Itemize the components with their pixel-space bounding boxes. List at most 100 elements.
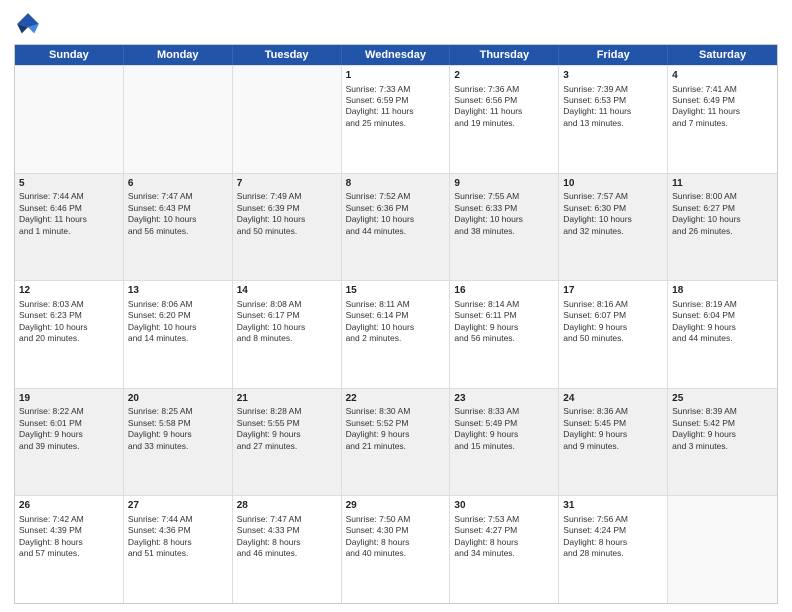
day-detail: Sunset: 6:17 PM [237, 310, 337, 321]
day-detail: and 15 minutes. [454, 441, 554, 452]
calendar-row: 1Sunrise: 7:33 AMSunset: 6:59 PMDaylight… [15, 65, 777, 173]
day-detail: and 51 minutes. [128, 548, 228, 559]
day-number: 8 [346, 177, 446, 191]
day-detail: and 27 minutes. [237, 441, 337, 452]
cal-day-header: Friday [559, 45, 668, 65]
header [14, 10, 778, 38]
day-detail: and 46 minutes. [237, 548, 337, 559]
day-detail: and 13 minutes. [563, 118, 663, 129]
day-detail: Sunrise: 8:06 AM [128, 299, 228, 310]
day-detail: and 56 minutes. [454, 333, 554, 344]
day-detail: Daylight: 9 hours [454, 322, 554, 333]
day-number: 2 [454, 69, 554, 83]
day-detail: Sunrise: 8:19 AM [672, 299, 773, 310]
day-number: 3 [563, 69, 663, 83]
calendar-cell: 29Sunrise: 7:50 AMSunset: 4:30 PMDayligh… [342, 496, 451, 603]
calendar-header-row: SundayMondayTuesdayWednesdayThursdayFrid… [15, 45, 777, 65]
day-detail: Sunset: 6:43 PM [128, 203, 228, 214]
calendar-cell: 11Sunrise: 8:00 AMSunset: 6:27 PMDayligh… [668, 174, 777, 281]
day-number: 12 [19, 284, 119, 298]
day-detail: and 19 minutes. [454, 118, 554, 129]
day-detail: Daylight: 10 hours [128, 214, 228, 225]
day-detail: Sunrise: 7:53 AM [454, 514, 554, 525]
day-number: 16 [454, 284, 554, 298]
calendar-cell: 21Sunrise: 8:28 AMSunset: 5:55 PMDayligh… [233, 389, 342, 496]
day-detail: Daylight: 8 hours [237, 537, 337, 548]
calendar-cell: 3Sunrise: 7:39 AMSunset: 6:53 PMDaylight… [559, 66, 668, 173]
day-detail: and 20 minutes. [19, 333, 119, 344]
cal-day-header: Saturday [668, 45, 777, 65]
day-detail: Daylight: 10 hours [672, 214, 773, 225]
calendar-cell [124, 66, 233, 173]
day-detail: Sunrise: 7:44 AM [128, 514, 228, 525]
day-detail: Daylight: 9 hours [237, 429, 337, 440]
day-detail: Sunset: 6:04 PM [672, 310, 773, 321]
day-number: 25 [672, 392, 773, 406]
day-detail: Daylight: 11 hours [672, 106, 773, 117]
day-detail: Daylight: 9 hours [454, 429, 554, 440]
day-detail: Daylight: 9 hours [563, 322, 663, 333]
day-detail: Sunrise: 8:08 AM [237, 299, 337, 310]
calendar-cell: 19Sunrise: 8:22 AMSunset: 6:01 PMDayligh… [15, 389, 124, 496]
day-number: 17 [563, 284, 663, 298]
logo-icon [14, 10, 42, 38]
day-detail: Sunset: 5:49 PM [454, 418, 554, 429]
day-detail: Sunset: 6:33 PM [454, 203, 554, 214]
calendar-row: 12Sunrise: 8:03 AMSunset: 6:23 PMDayligh… [15, 280, 777, 388]
day-detail: Sunrise: 7:49 AM [237, 191, 337, 202]
day-detail: and 26 minutes. [672, 226, 773, 237]
day-detail: Sunrise: 7:47 AM [237, 514, 337, 525]
day-detail: Sunrise: 8:39 AM [672, 406, 773, 417]
day-detail: and 1 minute. [19, 226, 119, 237]
calendar-cell: 30Sunrise: 7:53 AMSunset: 4:27 PMDayligh… [450, 496, 559, 603]
day-detail: Sunset: 6:27 PM [672, 203, 773, 214]
day-detail: Sunset: 6:11 PM [454, 310, 554, 321]
day-detail: Sunset: 6:36 PM [346, 203, 446, 214]
day-detail: Sunrise: 8:14 AM [454, 299, 554, 310]
calendar-cell: 2Sunrise: 7:36 AMSunset: 6:56 PMDaylight… [450, 66, 559, 173]
day-detail: Daylight: 10 hours [563, 214, 663, 225]
day-detail: Sunset: 4:30 PM [346, 525, 446, 536]
day-detail: Sunset: 5:55 PM [237, 418, 337, 429]
day-detail: Sunrise: 8:33 AM [454, 406, 554, 417]
calendar-cell: 31Sunrise: 7:56 AMSunset: 4:24 PMDayligh… [559, 496, 668, 603]
day-detail: Sunrise: 8:22 AM [19, 406, 119, 417]
calendar-cell [233, 66, 342, 173]
calendar-cell [15, 66, 124, 173]
day-detail: Sunset: 6:20 PM [128, 310, 228, 321]
day-number: 14 [237, 284, 337, 298]
day-detail: and 38 minutes. [454, 226, 554, 237]
day-number: 31 [563, 499, 663, 513]
day-detail: Sunrise: 7:41 AM [672, 84, 773, 95]
day-detail: Sunrise: 7:36 AM [454, 84, 554, 95]
day-number: 7 [237, 177, 337, 191]
day-detail: Daylight: 10 hours [237, 214, 337, 225]
day-detail: and 7 minutes. [672, 118, 773, 129]
day-detail: and 28 minutes. [563, 548, 663, 559]
calendar-cell: 25Sunrise: 8:39 AMSunset: 5:42 PMDayligh… [668, 389, 777, 496]
day-detail: Sunset: 4:39 PM [19, 525, 119, 536]
day-detail: Sunset: 6:14 PM [346, 310, 446, 321]
calendar: SundayMondayTuesdayWednesdayThursdayFrid… [14, 44, 778, 604]
day-detail: Daylight: 8 hours [128, 537, 228, 548]
day-detail: Sunrise: 8:36 AM [563, 406, 663, 417]
day-number: 24 [563, 392, 663, 406]
day-number: 30 [454, 499, 554, 513]
page: SundayMondayTuesdayWednesdayThursdayFrid… [0, 0, 792, 612]
day-detail: Sunset: 4:33 PM [237, 525, 337, 536]
day-detail: Sunrise: 8:11 AM [346, 299, 446, 310]
day-detail: Sunrise: 7:47 AM [128, 191, 228, 202]
day-detail: Sunrise: 7:57 AM [563, 191, 663, 202]
day-number: 6 [128, 177, 228, 191]
calendar-cell: 13Sunrise: 8:06 AMSunset: 6:20 PMDayligh… [124, 281, 233, 388]
day-detail: Sunrise: 7:44 AM [19, 191, 119, 202]
calendar-cell: 12Sunrise: 8:03 AMSunset: 6:23 PMDayligh… [15, 281, 124, 388]
day-number: 27 [128, 499, 228, 513]
calendar-cell: 6Sunrise: 7:47 AMSunset: 6:43 PMDaylight… [124, 174, 233, 281]
day-detail: and 56 minutes. [128, 226, 228, 237]
calendar-cell: 8Sunrise: 7:52 AMSunset: 6:36 PMDaylight… [342, 174, 451, 281]
day-detail: Daylight: 10 hours [237, 322, 337, 333]
cal-day-header: Monday [124, 45, 233, 65]
day-detail: Daylight: 9 hours [346, 429, 446, 440]
day-detail: Sunrise: 7:39 AM [563, 84, 663, 95]
